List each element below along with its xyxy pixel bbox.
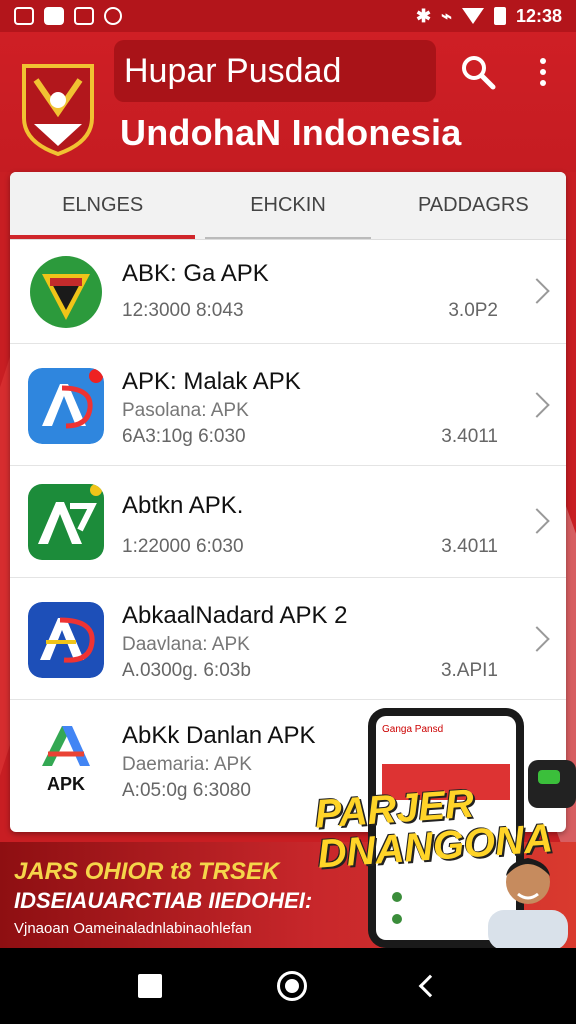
status-bar: ✱ ⌁ 12:38 <box>0 0 576 32</box>
app-meta: 12:3000 8:043 <box>122 300 244 321</box>
back-icon[interactable] <box>418 974 442 998</box>
status-time: 12:38 <box>515 5 562 26</box>
phone-screen-title: Ganga Pansd <box>382 724 444 735</box>
chevron-right-icon <box>524 278 550 304</box>
coat-of-arms-logo <box>22 64 94 156</box>
home-icon[interactable] <box>276 971 307 1001</box>
app-title: APK: Malak APK <box>122 368 301 395</box>
app-header: Hupar Pusdad UndohaN Indonesia <box>0 32 576 172</box>
app-title: ABK: Ga APK <box>122 260 269 287</box>
wifi-icon <box>461 8 484 24</box>
notification-icon <box>44 7 64 25</box>
tab-ehckin[interactable]: EHCKIN <box>195 172 380 239</box>
app-title: AbkaalNadard APK 2 <box>122 602 348 629</box>
list-item[interactable]: APK: Malak APK Pasolana: APK 6A3:10g 6:0… <box>10 344 566 466</box>
app-title: Abtkn APK. <box>122 492 244 519</box>
battery-icon <box>493 7 506 25</box>
notification-icon <box>74 7 94 25</box>
search-input[interactable]: Hupar Pusdad <box>114 40 436 102</box>
app-size: 3.4011 <box>441 536 498 557</box>
promo-caption: Vjnaoan Oameinaladnlabinaohlefan <box>14 920 252 937</box>
more-options-icon[interactable] <box>530 52 556 92</box>
app-title: AbKk Danlan APK <box>122 722 316 749</box>
vibrate-icon: ⌁ <box>441 5 452 26</box>
notification-icon <box>14 7 34 25</box>
svg-text:APK: APK <box>47 774 85 794</box>
apk-icon: APK <box>28 720 104 796</box>
person-avatar <box>488 858 568 948</box>
list-item[interactable]: AbkaalNadard APK 2 Daavlana: APK A.0300g… <box>10 578 566 700</box>
app-size: 3.API1 <box>440 660 498 681</box>
app-meta: A.0300g. 6:03b <box>122 660 251 681</box>
app-subtitle: Daavlana: APK <box>122 634 250 655</box>
promo-headline: JARS OHIOR t8 TRSEK <box>14 858 280 885</box>
promo-subheadline: IDSEIAUARCTIAB IIEDOHEI: <box>14 888 313 913</box>
malak-apk-icon <box>28 368 104 444</box>
tab-elnges[interactable]: ELNGES <box>10 172 196 239</box>
list-item[interactable]: Abtkn APK. 1:22000 6:030 3.4011 <box>10 466 566 578</box>
app-meta: A:05:0g 6:3080 <box>122 780 251 801</box>
list-item[interactable]: ABK: Ga APK 12:3000 8:043 3.0P2 <box>10 240 566 344</box>
chevron-right-icon <box>524 626 550 652</box>
chevron-right-icon <box>524 508 550 534</box>
app-size: 3.4011 <box>441 426 498 447</box>
tab-bar: ELNGES EHCKIN PADDAGRS <box>10 172 566 240</box>
app-meta: 1:22000 6:030 <box>122 536 244 557</box>
ga-apk-icon <box>30 256 102 328</box>
app-meta: 6A3:10g 6:030 <box>122 426 246 447</box>
notification-icon <box>104 7 122 25</box>
search-icon[interactable] <box>458 52 498 92</box>
recent-apps-icon[interactable] <box>137 974 162 998</box>
abtkn-apk-icon <box>28 484 104 560</box>
app-subtitle: Daemaria: APK <box>122 754 252 775</box>
navigation-bar <box>0 948 576 1024</box>
app-subtitle: Pasolana: APK <box>122 400 249 421</box>
app-size: 3.0P2 <box>448 300 498 321</box>
tab-paddagrs[interactable]: PADDAGRS <box>381 172 566 239</box>
abkaal-apk-icon <box>28 602 104 678</box>
page-title: UndohaN Indonesia <box>120 112 462 153</box>
bluetooth-icon: ✱ <box>416 5 432 26</box>
chevron-right-icon <box>524 392 550 418</box>
